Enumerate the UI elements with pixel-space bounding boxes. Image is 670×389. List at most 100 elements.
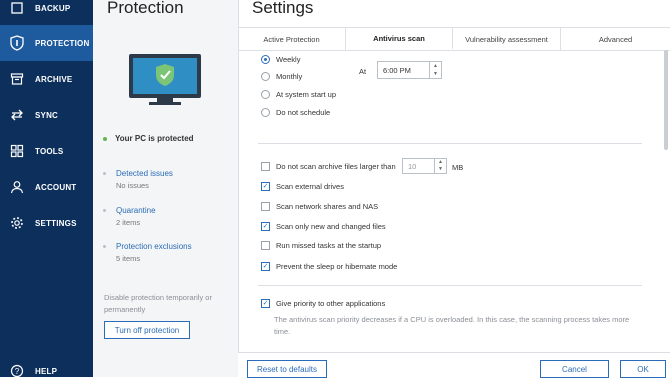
radio-label: Do not schedule <box>276 108 331 117</box>
detected-issues-link[interactable]: Detected issues <box>116 169 173 178</box>
nav-item-help[interactable]: ? HELP <box>0 353 93 389</box>
archive-size-input[interactable]: 10 ▲ ▼ <box>402 158 447 174</box>
scan-network-checkbox[interactable]: Scan network shares and NAS <box>261 202 378 211</box>
section-divider <box>258 285 642 286</box>
nav-item-account[interactable]: ACCOUNT <box>0 169 93 205</box>
radio-label: Weekly <box>276 55 301 64</box>
tools-icon <box>8 142 26 160</box>
detected-issues-dot <box>103 172 106 175</box>
tab-vulnerability-assessment[interactable]: Vulnerability assessment <box>453 28 561 50</box>
time-value: 6:00 PM <box>383 65 411 75</box>
checkmark-icon: ✓ <box>261 262 270 271</box>
radio-indicator <box>261 72 270 81</box>
settings-scrollbar[interactable] <box>664 50 668 150</box>
nav-item-settings[interactable]: SETTINGS <box>0 205 93 241</box>
section-divider <box>258 143 642 144</box>
nav-item-tools[interactable]: TOOLS <box>0 133 93 169</box>
backup-icon <box>8 0 26 17</box>
turn-off-protection-button[interactable]: Turn off protection <box>104 321 190 339</box>
mb-unit-label: MB <box>452 163 464 172</box>
radio-indicator <box>261 108 270 117</box>
quarantine-value: 2 items <box>116 218 141 227</box>
settings-tabs: Active Protection Antivirus scan Vulnera… <box>238 27 670 51</box>
checkbox-label: Scan only new and changed files <box>276 222 386 231</box>
status-dot <box>103 136 107 141</box>
reset-to-defaults-button[interactable]: Reset to defaults <box>247 360 327 378</box>
skip-archives-checkbox[interactable]: Do not scan archive files larger than <box>261 162 396 171</box>
settings-title: Settings <box>252 0 314 17</box>
spin-down-icon[interactable]: ▼ <box>430 70 441 78</box>
checkbox-label: Give priority to other applications <box>276 299 386 308</box>
protection-exclusions-value: 5 items <box>116 254 141 263</box>
checkbox-label: Do not scan archive files larger than <box>276 162 396 171</box>
scan-external-checkbox[interactable]: ✓ Scan external drives <box>261 182 344 191</box>
nav-label-help: HELP <box>35 366 58 376</box>
scan-new-changed-checkbox[interactable]: ✓ Scan only new and changed files <box>261 222 386 231</box>
status-text: Your PC is protected <box>115 134 194 143</box>
cancel-button[interactable]: Cancel <box>540 360 609 378</box>
nav-item-backup[interactable]: BACKUP <box>0 0 93 26</box>
radio-label: At system start up <box>276 90 337 99</box>
size-spinner[interactable]: ▲ ▼ <box>434 159 446 173</box>
quarantine-dot <box>103 209 106 212</box>
schedule-weekly-radio[interactable]: Weekly <box>261 55 300 64</box>
nav-label-account: ACCOUNT <box>35 182 77 192</box>
archive-size-value: 10 <box>408 161 417 171</box>
tab-advanced[interactable]: Advanced <box>561 28 670 50</box>
nav-label-tools: TOOLS <box>35 146 64 156</box>
shield-icon <box>8 34 26 52</box>
checkbox-label: Scan network shares and NAS <box>276 202 379 211</box>
spin-up-icon[interactable]: ▲ <box>430 62 441 70</box>
time-spinner[interactable]: ▲ ▼ <box>429 62 441 78</box>
protection-status: Your PC is protected <box>103 134 194 143</box>
prevent-sleep-checkbox[interactable]: ✓ Prevent the sleep or hibernate mode <box>261 262 397 271</box>
radio-indicator <box>261 90 270 99</box>
radio-indicator <box>261 55 270 64</box>
checkmark-icon: ✓ <box>261 299 270 308</box>
run-missed-checkbox[interactable]: Run missed tasks at the startup <box>261 241 381 250</box>
svg-text:?: ? <box>15 367 20 376</box>
checkbox-label: Scan external drives <box>276 182 344 191</box>
monitor-shield-illustration <box>129 54 201 111</box>
schedule-startup-radio[interactable]: At system start up <box>261 90 336 99</box>
nav-item-protection[interactable]: PROTECTION <box>0 25 93 61</box>
exclusions-dot <box>103 245 106 248</box>
ok-button[interactable]: OK <box>620 360 666 378</box>
schedule-none-radio[interactable]: Do not schedule <box>261 108 330 117</box>
nav-label-settings: SETTINGS <box>35 218 77 228</box>
quarantine-link[interactable]: Quarantine <box>116 206 156 215</box>
detected-issues-value: No issues <box>116 181 149 190</box>
checkmark-icon: ✓ <box>261 222 270 231</box>
radio-label: Monthly <box>276 72 303 81</box>
checkbox-label: Prevent the sleep or hibernate mode <box>276 262 398 271</box>
nav-label-protection: PROTECTION <box>35 38 90 48</box>
protection-panel: Protection Your PC is protected Detected… <box>93 0 239 377</box>
sync-icon <box>8 106 26 124</box>
spin-down-icon[interactable]: ▼ <box>435 166 446 173</box>
nav-label-archive: ARCHIVE <box>35 74 73 84</box>
nav-label-backup: BACKUP <box>35 3 71 13</box>
disable-protection-text: Disable protection temporarily or perman… <box>104 293 212 314</box>
spin-up-icon[interactable]: ▲ <box>435 159 446 166</box>
settings-icon <box>8 214 26 232</box>
give-priority-checkbox[interactable]: ✓ Give priority to other applications <box>261 299 385 308</box>
schedule-time-input[interactable]: 6:00 PM ▲ ▼ <box>377 61 442 79</box>
protection-exclusions-link[interactable]: Protection exclusions <box>116 242 192 251</box>
nav-item-archive[interactable]: ARCHIVE <box>0 61 93 97</box>
main-navigation: BACKUP PROTECTION ARCHIVE SYNC TOOLS ACC… <box>0 0 93 378</box>
nav-item-sync[interactable]: SYNC <box>0 97 93 133</box>
account-icon <box>8 178 26 196</box>
protection-title: Protection <box>107 0 184 17</box>
schedule-monthly-radio[interactable]: Monthly <box>261 72 302 81</box>
archive-icon <box>8 70 26 88</box>
nav-label-sync: SYNC <box>35 110 59 120</box>
at-label: At <box>359 67 367 76</box>
checkbox-box <box>261 241 270 250</box>
priority-description: The antivirus scan priority decreases if… <box>274 315 630 336</box>
tab-antivirus-scan[interactable]: Antivirus scan <box>346 28 453 50</box>
checkbox-box <box>261 202 270 211</box>
tab-active-protection[interactable]: Active Protection <box>238 28 346 50</box>
checkmark-icon: ✓ <box>261 182 270 191</box>
help-icon: ? <box>8 362 26 380</box>
settings-footer: Reset to defaults Cancel OK <box>238 352 670 378</box>
